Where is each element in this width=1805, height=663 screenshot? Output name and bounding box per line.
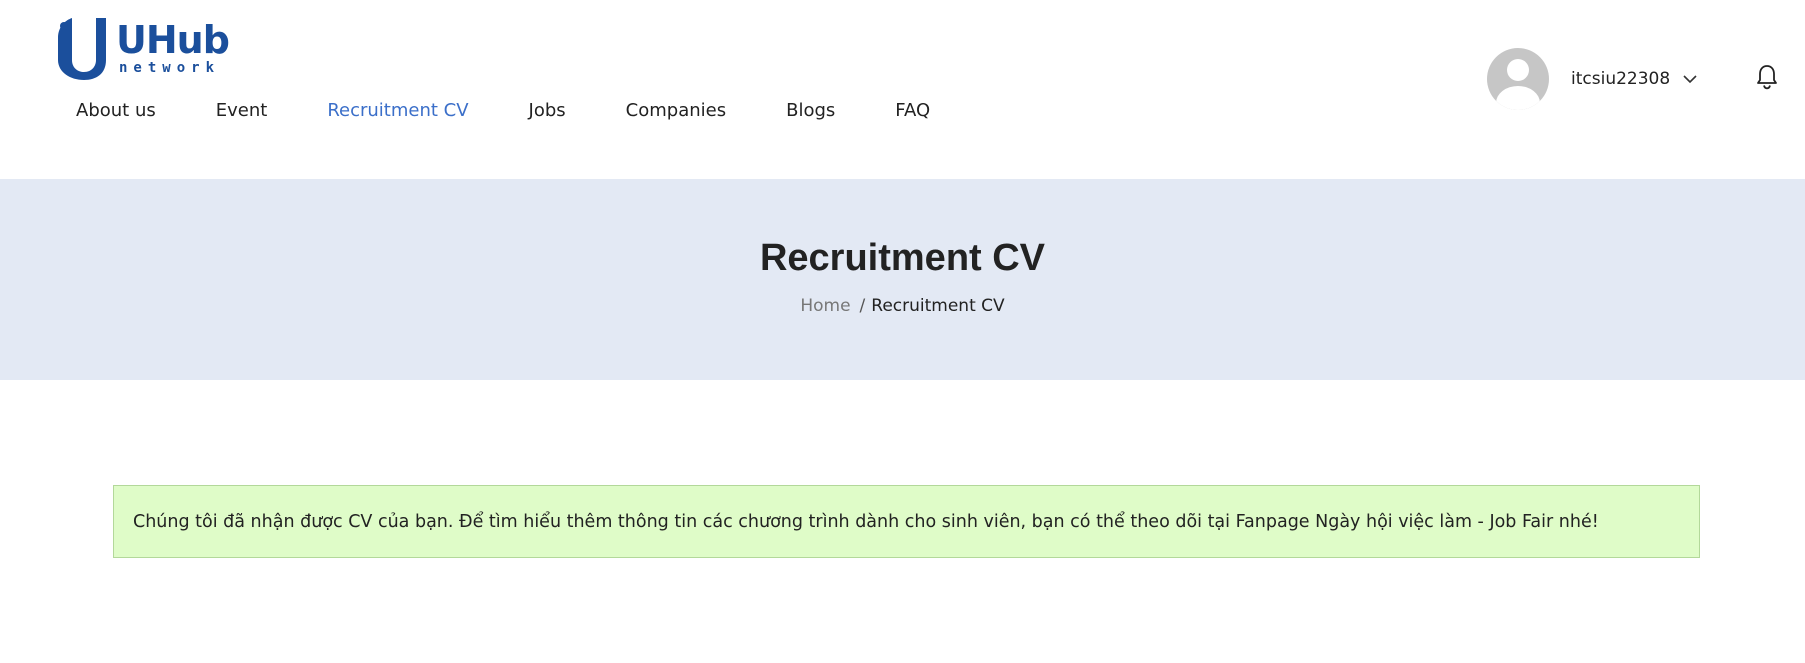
success-alert: Chúng tôi đã nhận được CV của bạn. Để tì… — [113, 485, 1700, 558]
uhub-logo-mark-icon — [52, 16, 110, 80]
username-label: itcsiu22308 — [1571, 69, 1671, 89]
breadcrumb-separator: / — [859, 296, 866, 316]
uhub-logo[interactable]: UHub network — [52, 16, 242, 80]
main-nav: About us Event Recruitment CV Jobs Compa… — [76, 97, 990, 123]
page-title: Recruitment CV — [759, 237, 1046, 279]
logo-wordmark: UHub — [116, 18, 230, 62]
chevron-down-icon — [1682, 71, 1698, 87]
user-menu[interactable]: itcsiu22308 — [1487, 48, 1698, 110]
nav-item-jobs[interactable]: Jobs — [529, 100, 566, 121]
default-user-avatar-icon — [1487, 48, 1549, 110]
nav-item-companies[interactable]: Companies — [626, 100, 726, 121]
alert-message: Chúng tôi đã nhận được CV của bạn. Để tì… — [133, 511, 1599, 532]
bell-icon[interactable] — [1756, 64, 1778, 90]
nav-item-recruitment-cv[interactable]: Recruitment CV — [327, 100, 468, 121]
page-banner: Recruitment CV Home / Recruitment CV — [0, 179, 1805, 380]
breadcrumb: Home / Recruitment CV — [0, 296, 1805, 316]
nav-item-about-us[interactable]: About us — [76, 100, 156, 121]
nav-item-event[interactable]: Event — [216, 100, 268, 121]
nav-item-faq[interactable]: FAQ — [895, 100, 930, 121]
breadcrumb-home-link[interactable]: Home — [800, 296, 850, 316]
site-header: UHub network About us Event Recruitment … — [0, 0, 1805, 179]
breadcrumb-current: Recruitment CV — [871, 296, 1005, 316]
logo-tagline: network — [119, 60, 221, 76]
nav-item-blogs[interactable]: Blogs — [786, 100, 835, 121]
